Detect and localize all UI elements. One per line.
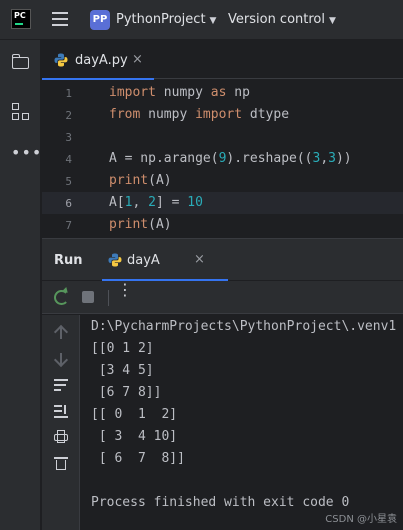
trash-icon[interactable] [53,455,69,471]
python-file-icon [108,253,122,267]
editor-tab-label: dayA.py [75,53,128,68]
line-number: 2 [65,109,72,122]
code-text: print(A) [109,173,172,188]
stop-icon[interactable] [82,291,94,303]
close-icon[interactable]: × [132,52,143,67]
line-number: 3 [65,131,72,144]
code-line: 7 print(A) [42,214,403,236]
main-menu-icon[interactable] [52,12,68,26]
editor-tab-daya[interactable]: dayA.py × [42,41,154,80]
code-text: import numpy as np [109,85,250,100]
code-text: A[1, 2] = 10 [109,195,203,210]
run-tool-window-header: Run dayA × [42,238,403,281]
run-toolbar: ⋮ [42,281,403,314]
console-line: [6 7 8]] [91,385,162,400]
console-line: [3 4 5] [91,363,154,378]
soft-wrap-icon[interactable] [53,377,69,393]
line-number: 1 [65,87,72,100]
code-text: A = np.arange(9).reshape((3,3)) [109,151,352,166]
close-icon[interactable]: × [194,252,205,267]
console-line: [ 6 7 8]] [91,451,185,466]
code-line: 5 print(A) [42,170,403,192]
line-number: 6 [65,197,72,210]
console-line: [ 3 4 10] [91,429,178,444]
watermark: CSDN @小星袁 [325,514,397,525]
run-panel-title: Run [54,253,83,268]
line-number: 5 [65,175,72,188]
project-badge[interactable]: PP [90,10,110,30]
toolbar-divider [108,290,109,306]
code-text: from numpy import dtype [109,107,290,122]
python-file-icon [54,53,68,67]
arrow-down-icon[interactable] [53,351,69,368]
left-tool-strip: ••• [0,40,41,530]
code-line: 2 from numpy import dtype [42,104,403,126]
rerun-icon[interactable] [54,290,69,305]
structure-icon[interactable] [11,102,31,122]
code-text: print(A) [109,217,172,232]
more-tools-icon[interactable]: ••• [11,145,41,161]
pycharm-logo[interactable]: PC [11,9,31,29]
title-bar: PC PP PythonProject ▼ Version control ▼ [0,0,403,40]
project-folder-icon[interactable] [11,53,31,73]
scroll-to-end-icon[interactable] [53,403,69,419]
code-line: 3 [42,126,403,148]
more-options-icon[interactable]: ⋮ [117,282,133,298]
chevron-down-icon: ▼ [329,16,336,26]
console-line: [[0 1 2] [91,341,154,356]
run-side-toolbar [42,315,80,530]
run-tab-label: dayA [127,253,160,268]
print-icon[interactable] [53,429,69,445]
chevron-down-icon: ▼ [209,16,217,26]
code-line: 1 import numpy as np [42,82,403,104]
console-exit-line: Process finished with exit code 0 [91,495,350,510]
vcs-label: Version control [228,12,325,27]
logo-bar [15,23,23,25]
pycharm-logo-text: PC [14,11,26,20]
current-code-line: 6 A[1, 2] = 10 [42,192,403,214]
console-line: D:\PycharmProjects\PythonProject\.venv1 [91,319,397,334]
line-number: 4 [65,153,72,166]
version-control-menu[interactable]: Version control ▼ [228,12,336,27]
code-line: 4 A = np.arange(9).reshape((3,3)) [42,148,403,170]
run-tab-daya[interactable]: dayA × [102,239,228,281]
arrow-up-icon[interactable] [53,324,69,341]
editor-tab-bar: dayA.py × [42,41,403,80]
project-name: PythonProject [116,12,206,27]
code-editor[interactable]: 1 import numpy as np 2 from numpy import… [42,80,403,237]
line-number: 7 [65,219,72,232]
project-switcher[interactable]: PythonProject ▼ [116,12,216,27]
run-console[interactable]: D:\PycharmProjects\PythonProject\.venv1 … [81,315,403,530]
console-line: [[ 0 1 2] [91,407,178,422]
